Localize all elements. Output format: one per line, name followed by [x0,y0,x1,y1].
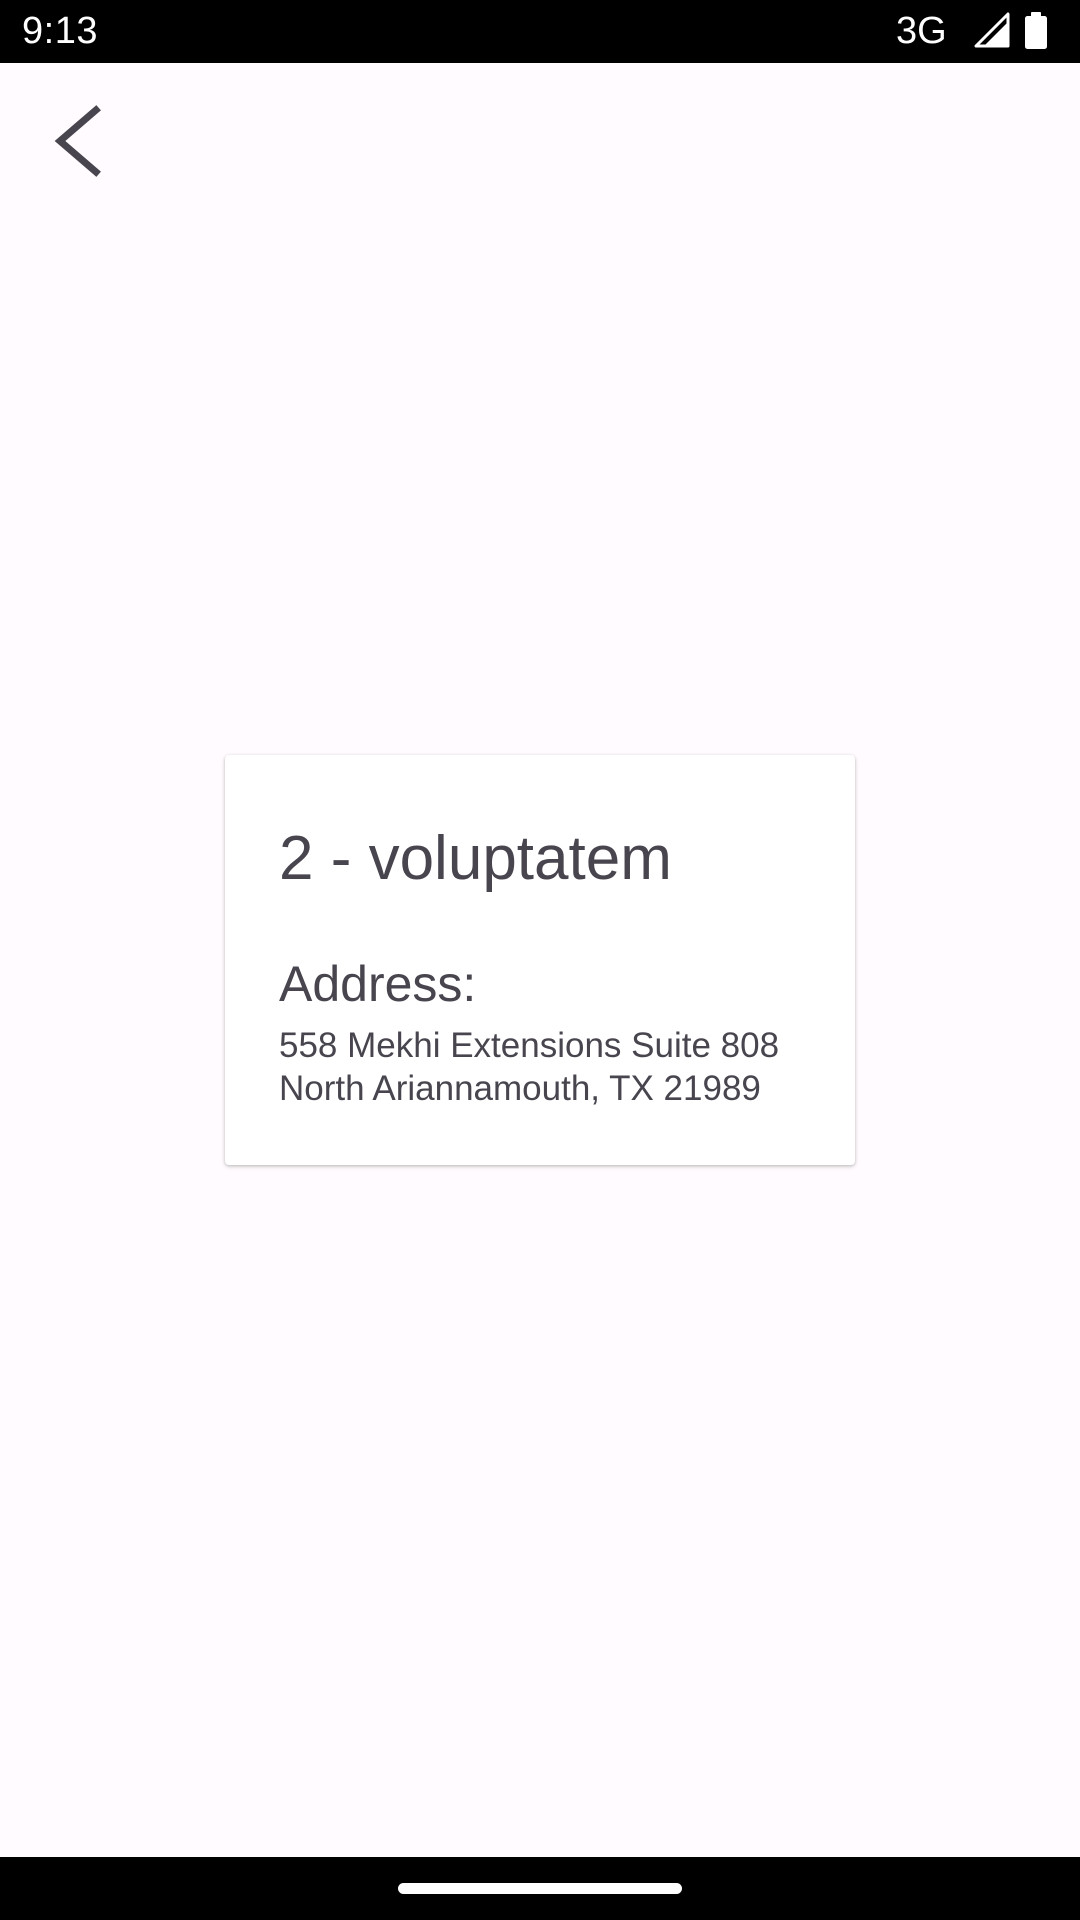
status-icons: 3G [860,0,1080,63]
navigation-bar [0,1857,1080,1920]
home-indicator[interactable] [398,1883,682,1894]
status-bar: 9:13 3G [0,0,1080,63]
status-time: 9:13 [22,10,98,52]
battery-icon [1025,12,1047,49]
location-card: 2 - voluptatem Address: 558 Mekhi Extens… [225,755,855,1165]
network-type-label: 3G [896,10,947,52]
address-street: 558 Mekhi Extensions Suite 808 [279,1026,780,1065]
address-label: Address: [279,956,477,1012]
signal-icon [974,12,1010,48]
location-title: 2 - voluptatem [279,824,672,893]
address-city: North Ariannamouth, TX 21989 [279,1069,761,1108]
back-arrow-icon [54,105,101,177]
back-button[interactable] [38,96,118,186]
